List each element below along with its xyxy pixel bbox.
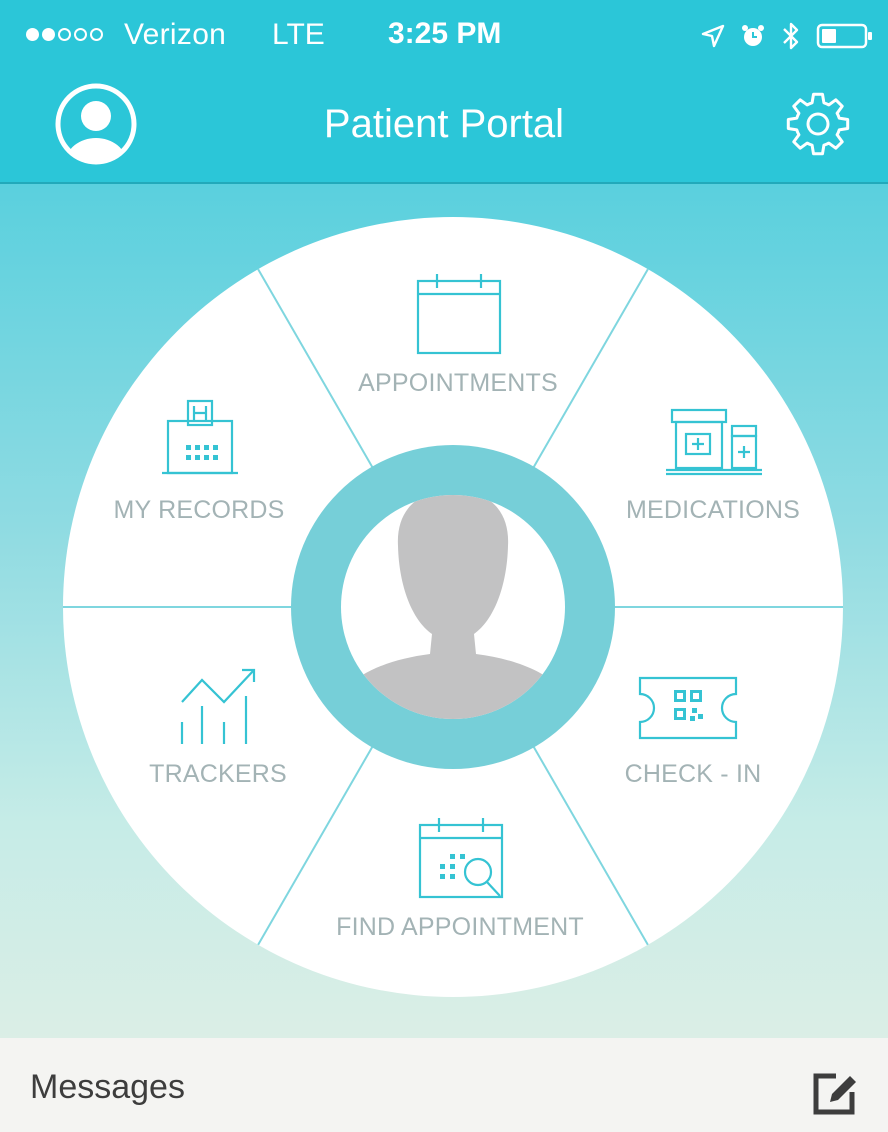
messages-bar[interactable]: Messages <box>0 1038 888 1132</box>
status-bar: Verizon LTE 3:25 PM <box>0 0 888 72</box>
gear-icon <box>786 92 850 156</box>
menu-label-appointments[interactable]: APPOINTMENTS <box>358 369 558 398</box>
carrier-name: Verizon <box>124 18 227 51</box>
menu-label-trackers[interactable]: TRACKERS <box>149 760 287 789</box>
messages-label: Messages <box>30 1068 185 1106</box>
status-icons <box>700 18 874 54</box>
compose-button[interactable] <box>808 1068 860 1120</box>
menu-label-find-appointment[interactable]: FIND APPOINTMENT <box>336 913 584 942</box>
alarm-icon <box>742 25 764 46</box>
page-title: Patient Portal <box>323 102 565 146</box>
header-bar: Verizon LTE 3:25 PM Patient Portal <box>0 0 888 184</box>
menu-label-medications[interactable]: MEDICATIONS <box>626 496 800 525</box>
network-type: LTE <box>272 18 325 51</box>
bluetooth-icon <box>783 22 799 50</box>
battery-icon <box>816 23 872 49</box>
signal-strength-icon <box>26 28 103 41</box>
app-screen: Verizon LTE 3:25 PM Patient Portal APPOI… <box>0 0 888 1132</box>
menu-label-check-in[interactable]: CHECK - IN <box>625 760 762 789</box>
status-time: 3:25 PM <box>388 17 502 50</box>
settings-button[interactable] <box>782 88 854 160</box>
menu-wheel <box>63 217 843 997</box>
location-arrow-icon <box>701 24 725 48</box>
menu-label-my-records[interactable]: MY RECORDS <box>113 496 284 525</box>
compose-icon <box>813 1073 856 1115</box>
